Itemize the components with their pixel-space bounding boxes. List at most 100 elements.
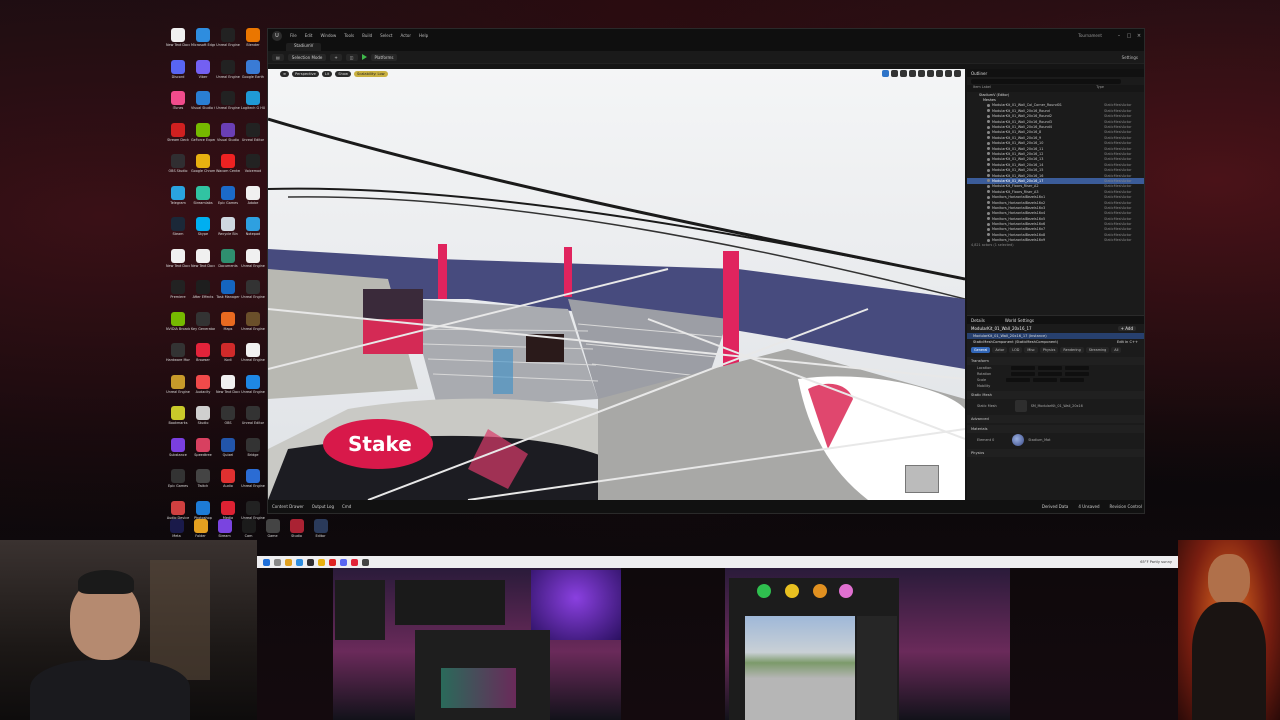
- desktop-icon[interactable]: Unreal Editor: [241, 406, 265, 438]
- desktop-icon[interactable]: Folder: [190, 519, 211, 538]
- scalability-warning[interactable]: Scalability: Low: [353, 71, 388, 77]
- desktop-icon[interactable]: Microsoft Edge: [191, 28, 215, 60]
- move-tool-icon[interactable]: [882, 70, 889, 77]
- desktop-icon[interactable]: New Text Document: [216, 374, 240, 407]
- viewport-menu-icon[interactable]: ≡: [280, 71, 290, 77]
- thumb-scene-preview[interactable]: [745, 616, 855, 720]
- desktop-icon[interactable]: Studio: [286, 519, 307, 538]
- desktop-icon[interactable]: Recycle Bin: [216, 217, 240, 249]
- desktop-icon[interactable]: Bookmarks: [166, 406, 190, 438]
- desktop-icon[interactable]: Viber: [191, 59, 215, 92]
- filter-streaming[interactable]: Streaming: [1085, 347, 1110, 353]
- actor-visibility-icon[interactable]: [987, 103, 990, 107]
- actor-visibility-icon[interactable]: [987, 114, 990, 118]
- mesh-asset-value[interactable]: SM_ModularKit_01_Wall_20x16: [1031, 404, 1083, 408]
- desktop-icon[interactable]: GeForce Experience: [191, 122, 215, 155]
- vector-fields[interactable]: [1011, 372, 1090, 376]
- outliner-row[interactable]: ModularKit_01_Wall_Col_Corner_Round01 Sta…: [967, 103, 1144, 108]
- discord-icon[interactable]: [340, 558, 347, 566]
- thumb-video[interactable]: [441, 668, 516, 708]
- camera-speed-icon[interactable]: [945, 70, 952, 77]
- desktop-icon[interactable]: Notepad: [241, 217, 265, 249]
- maximize-viewport-icon[interactable]: [954, 70, 961, 77]
- filter-rendering[interactable]: Rendering: [1060, 347, 1084, 353]
- actor-visibility-icon[interactable]: [987, 195, 990, 199]
- level-viewport[interactable]: ≡ Perspective Lit Show Scalability: Low: [268, 69, 965, 500]
- edge-icon[interactable]: [296, 558, 303, 566]
- menu-file[interactable]: File: [286, 33, 301, 38]
- actor-visibility-icon[interactable]: [987, 163, 990, 167]
- section-static-mesh[interactable]: Static Mesh: [967, 391, 1144, 399]
- actor-visibility-icon[interactable]: [987, 120, 990, 124]
- menu-tools[interactable]: Tools: [340, 33, 358, 38]
- desktop-icon[interactable]: Visual Studio: [216, 122, 240, 155]
- desktop-icon[interactable]: Unreal Engine: [241, 343, 265, 375]
- section-materials[interactable]: Materials: [967, 425, 1144, 433]
- desktop-icon[interactable]: Premiere: [166, 280, 190, 312]
- desktop-icon[interactable]: Stream: [214, 519, 235, 538]
- thumb-panel[interactable]: [857, 616, 897, 720]
- desktop-icon[interactable]: Editor: [310, 519, 331, 538]
- menu-edit[interactable]: Edit: [301, 33, 317, 38]
- desktop-icon[interactable]: Discord: [166, 59, 190, 92]
- actor-visibility-icon[interactable]: [987, 136, 990, 140]
- desktop-icon[interactable]: Google Chrome: [191, 154, 215, 186]
- desktop-icon[interactable]: Studio: [191, 406, 215, 438]
- search-icon[interactable]: [274, 558, 281, 566]
- desktop-icon[interactable]: Unreal Engine: [216, 28, 240, 60]
- desktop-icon[interactable]: Unreal Engine: [241, 248, 265, 281]
- desktop-icon[interactable]: Steam: [166, 217, 190, 249]
- desktop-icon[interactable]: Maps: [216, 311, 240, 344]
- actor-visibility-icon[interactable]: [987, 211, 990, 215]
- actor-visibility-icon[interactable]: [987, 233, 990, 237]
- platforms-button[interactable]: Platforms: [370, 53, 398, 61]
- folder-icon[interactable]: [285, 558, 292, 566]
- desktop-icon[interactable]: Browser: [191, 343, 215, 375]
- desktop-icon[interactable]: Unreal Engine: [241, 469, 265, 501]
- perspective-button[interactable]: Perspective: [292, 71, 319, 77]
- desktop-icon[interactable]: Epic Games: [216, 185, 240, 218]
- actor-visibility-icon[interactable]: [987, 238, 990, 242]
- actor-visibility-icon[interactable]: [987, 168, 990, 172]
- desktop-icon[interactable]: Unreal Engine: [216, 91, 240, 123]
- actor-visibility-icon[interactable]: [987, 206, 990, 210]
- actor-visibility-icon[interactable]: [987, 190, 990, 194]
- minimize-icon[interactable]: –: [1114, 33, 1124, 39]
- thumb-window[interactable]: [395, 580, 505, 625]
- world-local-icon[interactable]: [909, 70, 916, 77]
- section-advanced[interactable]: Advanced: [967, 415, 1144, 423]
- actor-visibility-icon[interactable]: [987, 125, 990, 129]
- maximize-icon[interactable]: □: [1124, 33, 1134, 39]
- desktop-icon[interactable]: Visual Studio Code: [191, 91, 215, 123]
- desktop-icon[interactable]: Streamlabs: [191, 185, 215, 218]
- show-button[interactable]: Show: [335, 71, 351, 77]
- desktop-icon[interactable]: Google Earth: [241, 59, 265, 92]
- thumb-window[interactable]: [335, 580, 385, 640]
- actor-visibility-icon[interactable]: [987, 184, 990, 188]
- desktop-icon[interactable]: Speedtree: [191, 437, 215, 470]
- actor-visibility-icon[interactable]: [987, 217, 990, 221]
- desktop-icon[interactable]: OBS Studio: [166, 154, 190, 186]
- desktop-icon[interactable]: New Text Document: [191, 248, 215, 281]
- desktop-icon[interactable]: Unreal Engine: [166, 374, 190, 407]
- vector-fields[interactable]: [1006, 378, 1085, 382]
- desktop-icon[interactable]: Unreal Engine: [241, 280, 265, 312]
- content-drawer-button[interactable]: Content Drawer: [272, 504, 304, 509]
- start-icon[interactable]: [263, 558, 270, 566]
- desktop-icon[interactable]: Epic Games: [166, 469, 190, 501]
- scale-tool-icon[interactable]: [900, 70, 907, 77]
- desktop-icon[interactable]: iTunes: [166, 91, 190, 123]
- selection-mode-button[interactable]: Selection Mode: [287, 53, 327, 61]
- vector-fields[interactable]: [1011, 366, 1090, 370]
- filter-misc[interactable]: Misc: [1024, 347, 1038, 353]
- desktop-icon[interactable]: Kodi: [216, 343, 240, 375]
- output-log-button[interactable]: Output Log: [312, 504, 334, 509]
- unsaved-button[interactable]: 4 Unsaved: [1078, 504, 1099, 509]
- col-type[interactable]: Type: [1096, 85, 1104, 92]
- add-component-button[interactable]: + Add: [1117, 326, 1136, 331]
- actor-visibility-icon[interactable]: [987, 109, 990, 113]
- edit-cpp-link[interactable]: Edit in C++: [1117, 340, 1138, 344]
- revision-control-button[interactable]: Revision Control: [1110, 504, 1142, 509]
- desktop-icon[interactable]: Audacity: [191, 374, 215, 407]
- actor-visibility-icon[interactable]: [987, 152, 990, 156]
